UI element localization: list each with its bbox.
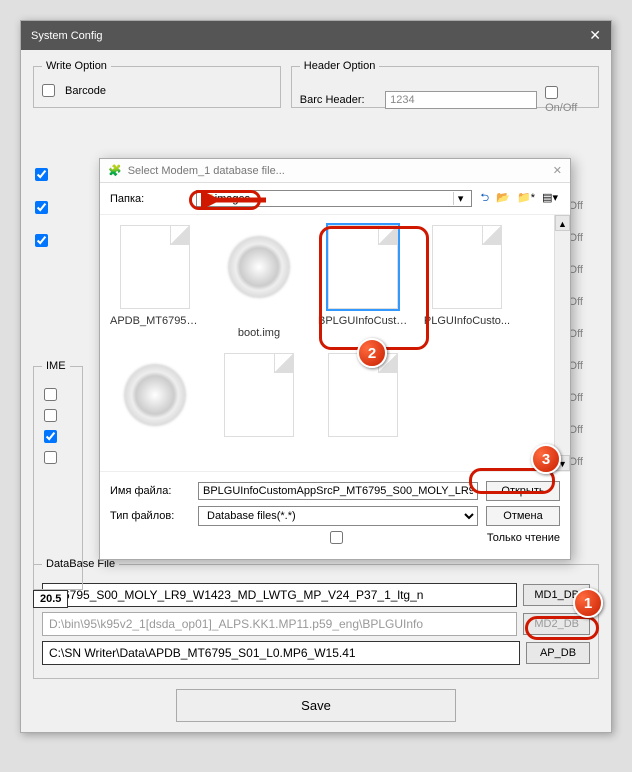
- folder-label: Папка:: [110, 193, 190, 205]
- md1-path-input[interactable]: [42, 583, 517, 607]
- up-icon[interactable]: 📂: [496, 192, 510, 204]
- file-item[interactable]: boot.img: [214, 225, 304, 339]
- newfolder-icon[interactable]: 📁*: [517, 192, 535, 204]
- readonly-checkbox[interactable]: [198, 531, 475, 544]
- header-option-legend: Header Option: [300, 60, 380, 72]
- file-dialog: 🧩 Select Modem_1 database file... ✕ Папк…: [99, 158, 571, 560]
- titlebar: System Config ✕: [21, 21, 611, 50]
- barcode-label: Barcode: [65, 85, 106, 97]
- file-item[interactable]: PLGUInfoCusto...: [422, 225, 512, 339]
- cancel-button[interactable]: Отмена: [486, 506, 560, 526]
- imei-c2[interactable]: [44, 409, 57, 422]
- system-config-window: System Config ✕ Write Option Barcode Hea…: [20, 20, 612, 733]
- ap-db-button[interactable]: AP_DB: [526, 642, 590, 664]
- barc-header-label: Barc Header:: [300, 94, 377, 106]
- annotation-badge-2: 2: [357, 338, 387, 368]
- open-button[interactable]: Открыть: [486, 481, 560, 501]
- ap-path-input[interactable]: [42, 641, 520, 665]
- filetype-label: Тип файлов:: [110, 510, 190, 522]
- md2-path-input: [42, 612, 517, 636]
- dialog-toolbar: ⮌ 📂 📁* ▤▾: [478, 189, 560, 208]
- filename-input[interactable]: [198, 482, 478, 500]
- window-title: System Config: [31, 30, 103, 42]
- write-option-legend: Write Option: [42, 60, 111, 72]
- filename-label: Имя файла:: [110, 485, 190, 497]
- close-icon[interactable]: ✕: [589, 27, 601, 44]
- scroll-up-icon[interactable]: ▲: [555, 215, 570, 231]
- dialog-title: Select Modem_1 database file...: [128, 165, 285, 177]
- imei-group: IME 20.5: [33, 360, 83, 600]
- barc-header-input[interactable]: [385, 91, 537, 109]
- chevron-down-icon[interactable]: ▾: [453, 192, 468, 205]
- filetype-select[interactable]: Database files(*.*): [198, 506, 478, 526]
- annotation-arrow: [201, 188, 271, 212]
- views-icon[interactable]: ▤▾: [542, 192, 558, 204]
- onoff-0[interactable]: On/Off: [545, 86, 590, 114]
- save-button[interactable]: Save: [176, 689, 456, 722]
- barcode-checkbox[interactable]: [42, 84, 55, 97]
- file-item[interactable]: APDB_MT6795_S...: [110, 225, 200, 339]
- opt-check-1[interactable]: [35, 168, 48, 181]
- readonly-label: Только чтение: [487, 532, 560, 544]
- imei-c1[interactable]: [44, 388, 57, 401]
- write-option-group: Write Option Barcode: [33, 60, 281, 108]
- annotation-badge-1: 1: [573, 588, 603, 618]
- opt-check-2[interactable]: [35, 201, 48, 214]
- imei-value: 20.5: [33, 590, 68, 608]
- imei-c3[interactable]: [44, 430, 57, 443]
- annotation-badge-3: 3: [531, 444, 561, 474]
- database-file-group: DataBase File MD1_DB MD2_DB AP_DB: [33, 558, 599, 679]
- opt-check-3[interactable]: [35, 234, 48, 247]
- md2-db-button: MD2_DB: [523, 613, 590, 635]
- imei-c4[interactable]: [44, 451, 57, 464]
- dialog-app-icon: 🧩: [108, 164, 122, 177]
- file-item[interactable]: [110, 353, 200, 467]
- file-list[interactable]: APDB_MT6795_S... boot.img BPLGUInfoCusto…: [100, 214, 570, 472]
- file-item[interactable]: [318, 353, 408, 467]
- dialog-close-icon[interactable]: ✕: [553, 164, 562, 177]
- file-item-selected[interactable]: BPLGUInfoCusto...: [318, 225, 408, 339]
- header-option-group: Header Option Barc Header: On/Off: [291, 60, 599, 108]
- file-item[interactable]: [214, 353, 304, 467]
- file-scrollbar[interactable]: ▲ ▼: [554, 215, 570, 471]
- back-icon[interactable]: ⮌: [480, 192, 489, 204]
